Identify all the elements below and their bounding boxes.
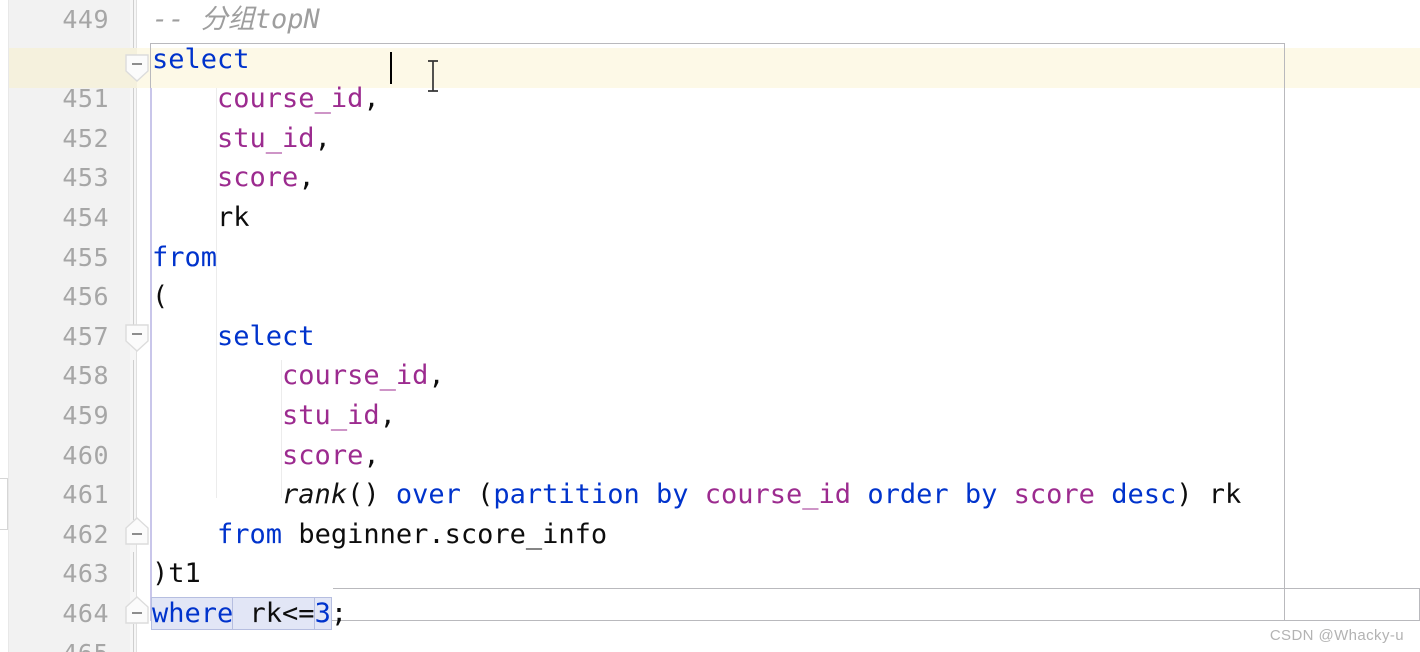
line-number-464[interactable]: 464 (9, 594, 137, 634)
code-token: desc (1111, 479, 1177, 511)
line-number-449[interactable]: 449 (9, 0, 137, 40)
code-text-area[interactable]: -- 分组topN select course_id, stu_id, score… (137, 0, 1420, 652)
line-number-456[interactable]: 456 (9, 277, 137, 317)
code-line-458[interactable]: course_id, (137, 356, 1420, 396)
line-number-463[interactable]: 463 (9, 554, 137, 594)
line-number-454[interactable]: 454 (9, 198, 137, 238)
code-line-451[interactable]: course_id, (137, 79, 1420, 119)
code-token: , (314, 122, 331, 154)
code-token: , (363, 83, 380, 115)
current-line-gutter-highlight (9, 48, 137, 88)
fold-guide-line-tail (133, 552, 134, 592)
code-line-463[interactable]: )t1 (137, 554, 1420, 594)
line-number-457[interactable]: 457 (9, 317, 137, 357)
line-number-465[interactable]: 465 (9, 634, 137, 652)
code-token: partition by (493, 479, 689, 511)
line-number-461[interactable]: 461 (9, 475, 137, 515)
code-line-457[interactable]: select (137, 317, 1420, 357)
code-token: stu_id (282, 399, 380, 431)
line-number-458[interactable]: 458 (9, 356, 137, 396)
code-token: order by (867, 479, 998, 511)
code-token: over (395, 479, 461, 511)
code-line-465[interactable] (137, 634, 1420, 652)
code-line-456[interactable]: ( (137, 277, 1420, 317)
line-number-gutter[interactable]: 4494504514524534544554564574584594604614… (9, 0, 137, 652)
code-token: ( (152, 281, 169, 313)
code-line-450[interactable]: select (137, 40, 1420, 80)
code-token: () (347, 479, 396, 511)
line-number-462[interactable]: 462 (9, 515, 137, 555)
code-token: course_id (704, 479, 852, 511)
code-token: 3 (314, 597, 331, 629)
code-line-460[interactable]: score, (137, 436, 1420, 476)
fold-guide-line-upper (133, 0, 134, 48)
line-number-455[interactable]: 455 (9, 238, 137, 278)
line-number-460[interactable]: 460 (9, 436, 137, 476)
code-line-455[interactable]: from (137, 238, 1420, 278)
code-token: , (379, 399, 396, 431)
line-number-452[interactable]: 452 (9, 119, 137, 159)
code-token: rank (282, 479, 348, 511)
code-token: from (217, 518, 283, 550)
code-token: score (282, 439, 364, 471)
editor-outer-rail (0, 0, 9, 652)
vertical-scrollbar-thumb[interactable] (0, 478, 8, 530)
fold-guide-line-mid (133, 80, 134, 330)
code-token: ( (460, 479, 494, 511)
code-token: course_id (282, 360, 429, 392)
code-token: rk (152, 201, 250, 233)
code-line-464[interactable]: where rk<=3; (137, 594, 1420, 634)
code-token: select (152, 43, 250, 75)
code-token: ) rk (1176, 479, 1242, 511)
code-line-453[interactable]: score, (137, 158, 1420, 198)
fold-guide-line-lower (133, 360, 134, 520)
code-token: -- 分组topN (152, 4, 320, 35)
code-token: ; (330, 597, 348, 629)
code-token: )t1 (152, 558, 201, 590)
code-line-459[interactable]: stu_id, (137, 396, 1420, 436)
code-token: , (298, 162, 315, 194)
line-number-453[interactable]: 453 (9, 158, 137, 198)
line-number-459[interactable]: 459 (9, 396, 137, 436)
code-token: from (152, 241, 218, 273)
code-line-449[interactable]: -- 分组topN (137, 0, 1420, 40)
code-token: course_id (217, 83, 364, 115)
code-token: , (363, 439, 380, 471)
code-token: select (217, 320, 315, 352)
watermark-label: CSDN @Whacky-u (1269, 627, 1404, 644)
code-line-452[interactable]: stu_id, (137, 119, 1420, 159)
fold-guide-line-end (133, 624, 134, 652)
code-token: beginner.score_info (282, 518, 608, 550)
code-token: , (428, 360, 445, 392)
code-line-462[interactable]: from beginner.score_info (137, 515, 1420, 555)
code-token: where (152, 597, 234, 629)
code-line-461[interactable]: rank() over (partition by course_id orde… (137, 475, 1420, 515)
text-caret (390, 52, 392, 84)
code-line-454[interactable]: rk (137, 198, 1420, 238)
code-token: rk<= (233, 597, 315, 629)
code-token: score (1013, 479, 1095, 511)
code-token: stu_id (217, 122, 315, 154)
code-token: score (217, 162, 299, 194)
mouse-ibeam-cursor (425, 60, 441, 92)
sql-code-editor[interactable]: 4494504514524534544554564574584594604614… (0, 0, 1420, 652)
